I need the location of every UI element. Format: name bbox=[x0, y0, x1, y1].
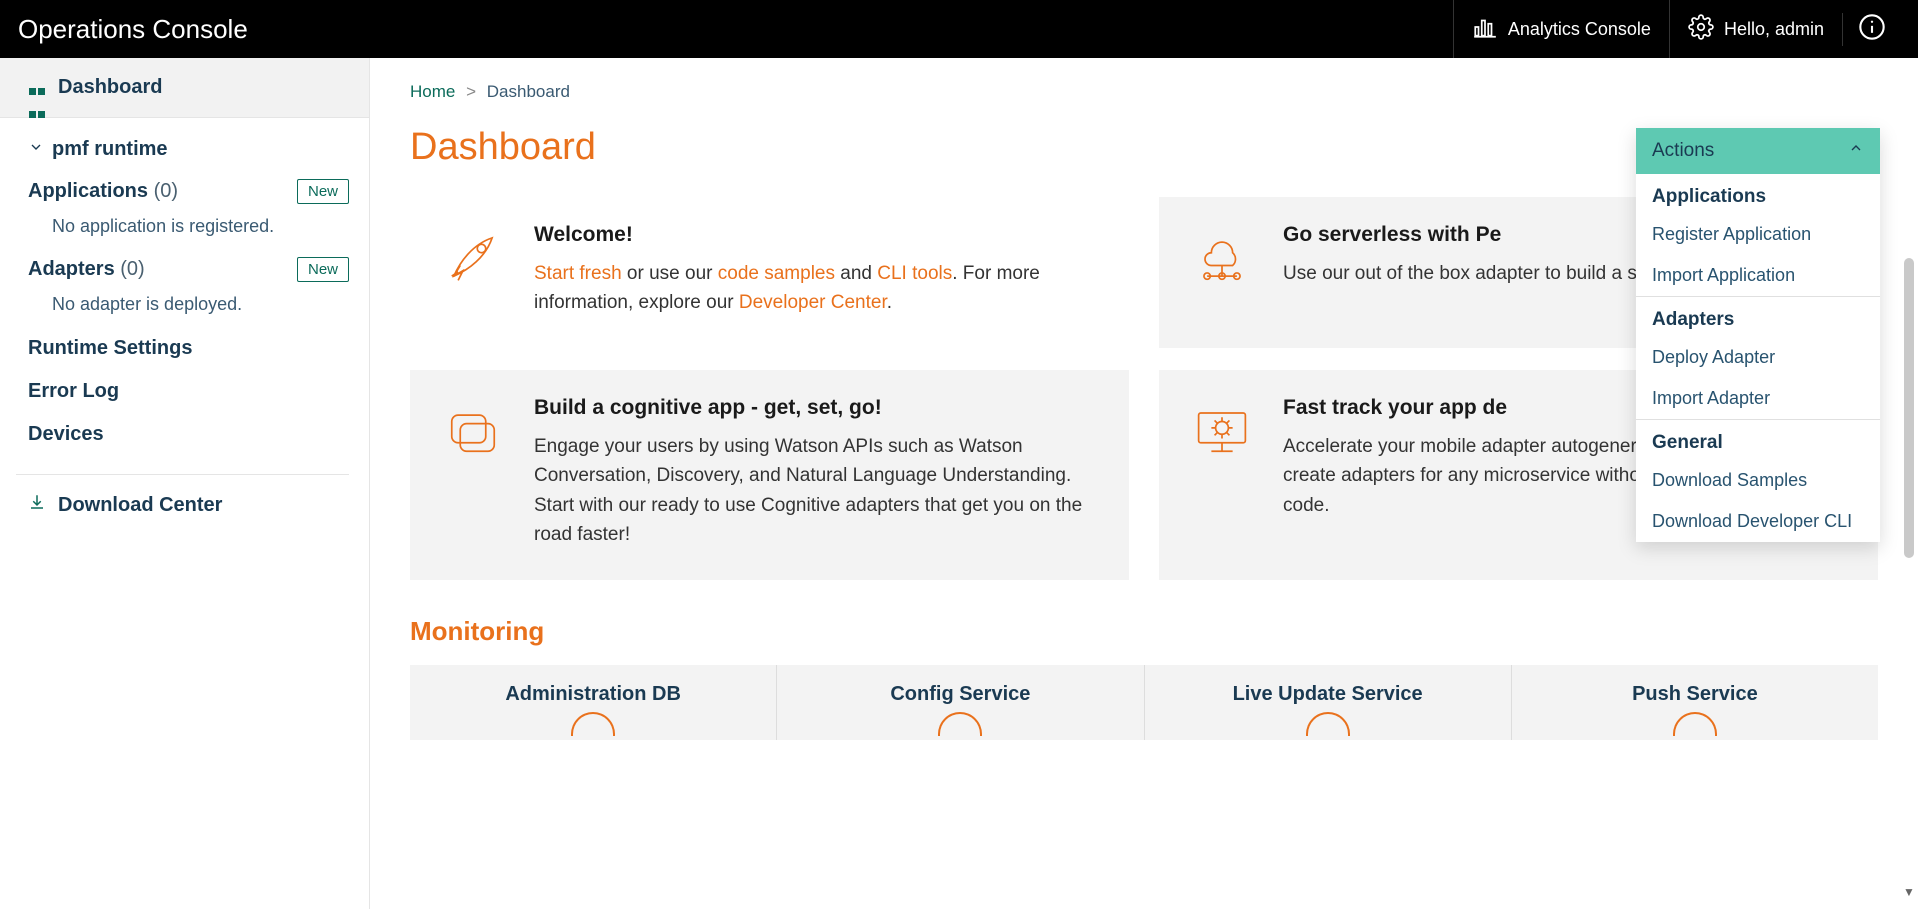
runtime-label: pmf runtime bbox=[52, 138, 168, 161]
actions-group-general: General bbox=[1636, 420, 1880, 460]
sidebar-item-download-center[interactable]: Download Center bbox=[0, 479, 369, 531]
sidebar-item-applications[interactable]: Applications (0) New bbox=[28, 171, 349, 212]
welcome-body: Start fresh or use our code samples and … bbox=[534, 259, 1101, 318]
actions-group-adapters: Adapters bbox=[1636, 297, 1880, 337]
monitor-card-push[interactable]: Push Service bbox=[1512, 665, 1878, 740]
link-developer-center[interactable]: Developer Center bbox=[739, 292, 887, 313]
card-cognitive: Build a cognitive app - get, set, go! En… bbox=[410, 370, 1129, 580]
gear-monitor-icon bbox=[1188, 396, 1256, 469]
scrollbar[interactable]: ▼ bbox=[1902, 258, 1916, 899]
sidebar-item-runtime[interactable]: pmf runtime bbox=[28, 132, 349, 171]
sidebar-divider bbox=[16, 474, 349, 475]
sidebar-item-devices[interactable]: Devices bbox=[28, 413, 349, 456]
sidebar-item-dashboard[interactable]: Dashboard bbox=[0, 58, 369, 118]
new-adapter-button[interactable]: New bbox=[297, 257, 349, 282]
actions-item-import-application[interactable]: Import Application bbox=[1636, 255, 1880, 296]
gear-icon bbox=[1688, 14, 1714, 45]
info-icon bbox=[1858, 13, 1886, 46]
app-title: Operations Console bbox=[18, 14, 248, 45]
monitor-label: Push Service bbox=[1522, 683, 1868, 706]
chevron-up-icon bbox=[1848, 140, 1864, 162]
new-application-button[interactable]: New bbox=[297, 179, 349, 204]
breadcrumb: Home > Dashboard bbox=[410, 82, 1878, 102]
adapters-count: (0) bbox=[120, 258, 144, 280]
monitoring-title: Monitoring bbox=[410, 616, 1878, 647]
info-button[interactable] bbox=[1842, 13, 1900, 46]
chevron-down-icon bbox=[28, 138, 44, 161]
monitor-label: Live Update Service bbox=[1155, 683, 1501, 706]
download-icon bbox=[28, 493, 46, 517]
breadcrumb-current: Dashboard bbox=[487, 82, 570, 101]
user-greeting: Hello, admin bbox=[1724, 19, 1824, 40]
gauge-icon bbox=[1673, 712, 1717, 736]
link-cli-tools[interactable]: CLI tools bbox=[877, 263, 952, 284]
dashboard-icon bbox=[28, 79, 46, 97]
scroll-down-arrow[interactable]: ▼ bbox=[1903, 885, 1915, 899]
user-menu[interactable]: Hello, admin bbox=[1669, 0, 1842, 58]
breadcrumb-separator: > bbox=[466, 82, 476, 101]
actions-group-applications: Applications bbox=[1636, 174, 1880, 214]
gauge-icon bbox=[571, 712, 615, 736]
monitor-label: Config Service bbox=[787, 683, 1133, 706]
actions-item-register-application[interactable]: Register Application bbox=[1636, 214, 1880, 255]
actions-item-download-cli[interactable]: Download Developer CLI bbox=[1636, 501, 1880, 542]
main-content: Home > Dashboard Dashboard Welcome! bbox=[370, 58, 1918, 909]
monitor-label: Administration DB bbox=[420, 683, 766, 706]
monitoring-row: Administration DB Config Service Live Up… bbox=[410, 665, 1878, 740]
card-welcome: Welcome! Start fresh or use our code sam… bbox=[410, 197, 1129, 348]
applications-count: (0) bbox=[154, 180, 178, 202]
rocket-icon bbox=[439, 223, 507, 296]
welcome-title: Welcome! bbox=[534, 223, 1101, 247]
bar-chart-icon bbox=[1472, 14, 1498, 45]
link-code-samples[interactable]: code samples bbox=[718, 263, 835, 284]
gauge-icon bbox=[1306, 712, 1350, 736]
actions-item-import-adapter[interactable]: Import Adapter bbox=[1636, 378, 1880, 419]
app-header: Operations Console Analytics Console Hel… bbox=[0, 0, 1918, 58]
link-start-fresh[interactable]: Start fresh bbox=[534, 263, 622, 284]
actions-menu: Applications Register Application Import… bbox=[1636, 174, 1880, 542]
analytics-console-link[interactable]: Analytics Console bbox=[1453, 0, 1669, 58]
monitor-card-config[interactable]: Config Service bbox=[777, 665, 1144, 740]
actions-button-label: Actions bbox=[1652, 140, 1714, 162]
breadcrumb-home[interactable]: Home bbox=[410, 82, 455, 101]
applications-empty-text: No application is registered. bbox=[28, 212, 349, 249]
actions-dropdown: Actions Applications Register Applicatio… bbox=[1636, 128, 1880, 542]
adapters-empty-text: No adapter is deployed. bbox=[28, 290, 349, 327]
sidebar-item-adapters[interactable]: Adapters (0) New bbox=[28, 249, 349, 290]
monitor-card-admin-db[interactable]: Administration DB bbox=[410, 665, 777, 740]
applications-label: Applications bbox=[28, 180, 148, 202]
actions-item-deploy-adapter[interactable]: Deploy Adapter bbox=[1636, 337, 1880, 378]
cognitive-body: Engage your users by using Watson APIs s… bbox=[534, 432, 1101, 550]
serverless-body: Use our out of the box adapter to build … bbox=[1283, 259, 1674, 288]
cloud-network-icon bbox=[1188, 223, 1256, 296]
scrollbar-thumb[interactable] bbox=[1904, 258, 1914, 558]
actions-item-download-samples[interactable]: Download Samples bbox=[1636, 460, 1880, 501]
serverless-title: Go serverless with Pe bbox=[1283, 223, 1674, 247]
monitor-card-live-update[interactable]: Live Update Service bbox=[1145, 665, 1512, 740]
sidebar: Dashboard pmf runtime Applications (0) N… bbox=[0, 58, 370, 909]
cognitive-title: Build a cognitive app - get, set, go! bbox=[534, 396, 1101, 420]
sidebar-item-error-log[interactable]: Error Log bbox=[28, 370, 349, 413]
download-center-label: Download Center bbox=[58, 494, 222, 517]
sidebar-item-runtime-settings[interactable]: Runtime Settings bbox=[28, 327, 349, 370]
analytics-console-label: Analytics Console bbox=[1508, 19, 1651, 40]
gauge-icon bbox=[938, 712, 982, 736]
cards-stack-icon bbox=[439, 396, 507, 469]
sidebar-dashboard-label: Dashboard bbox=[58, 76, 162, 99]
actions-button[interactable]: Actions bbox=[1636, 128, 1880, 174]
adapters-label: Adapters bbox=[28, 258, 115, 280]
